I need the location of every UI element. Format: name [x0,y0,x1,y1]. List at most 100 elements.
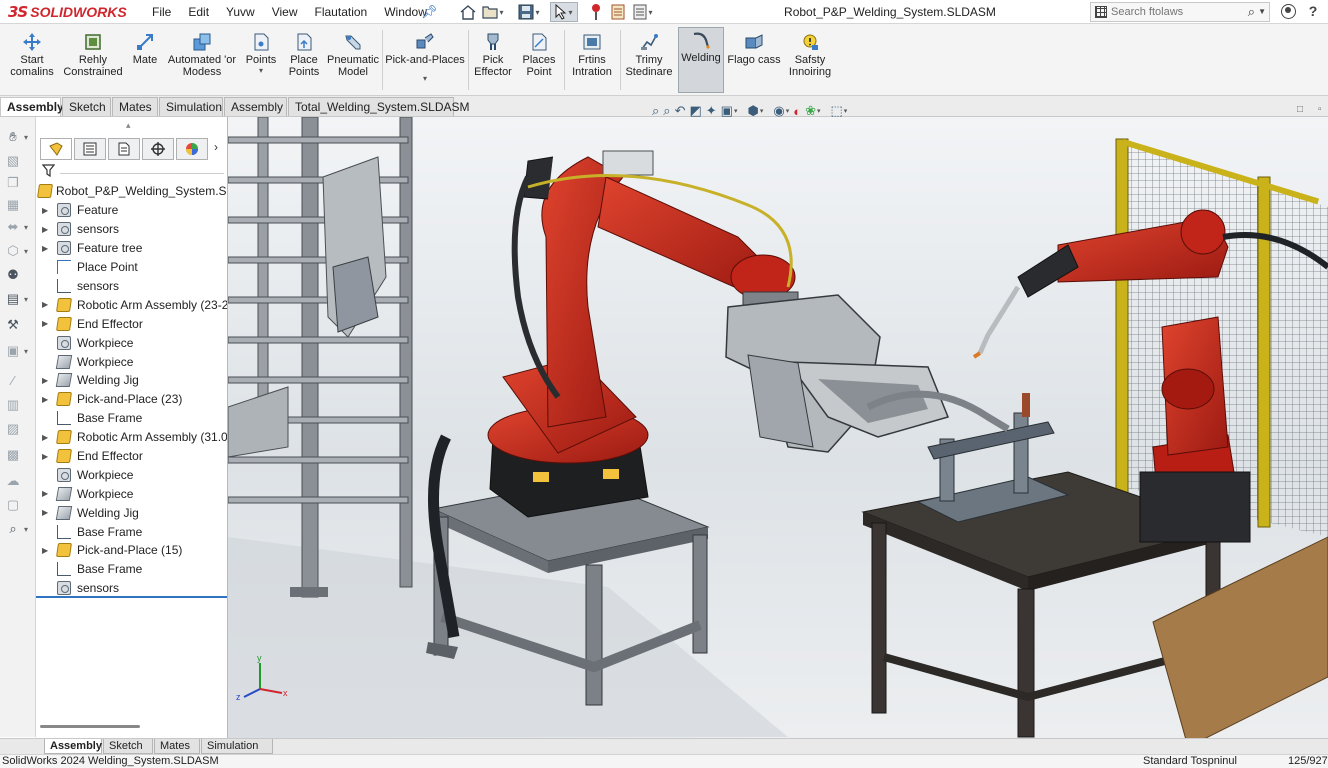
display-style-icon[interactable]: ⬢ [747,103,763,119]
more-tabs-chevron-icon[interactable]: › [214,140,218,154]
clearance-icon[interactable]: ▨ [5,421,21,437]
help-icon[interactable]: ? [1305,3,1321,21]
hand-pan-icon[interactable]: ✋︎ [5,129,28,146]
tree-item[interactable]: sensors [36,277,227,296]
copy-icon[interactable]: ❐ [5,175,21,191]
options-icon[interactable] [630,2,656,22]
pneumatic-model-button[interactable]: Pneumatic Model [326,30,380,92]
pin-icon[interactable]: 📌︎ [421,4,438,20]
zoom-to-area-icon[interactable]: ⌕ [663,103,670,119]
smart-fastener-icon[interactable]: ⬡ [5,243,28,260]
feature-tree-tab-icon[interactable] [40,138,72,160]
tab-simulation[interactable]: Simulation [159,97,223,116]
open-folder-icon[interactable] [480,2,506,22]
user-account-icon[interactable] [1281,4,1296,19]
tree-item[interactable]: ▶ Workpiece [36,484,227,503]
tree-root-assembly[interactable]: Robot_P&P_Welding_System.SLDASM [37,182,227,200]
expand-arrow-icon[interactable]: ▶ [42,433,48,442]
dynamic-annotation-icon[interactable]: ✦ [706,103,717,119]
start-comalins-button[interactable]: Start comalins [6,30,58,92]
linear-pattern-icon[interactable]: ⬌ [5,219,28,236]
flago-cass-button[interactable]: Flago cass [727,30,781,92]
tree-item[interactable]: ▶ End Effector [36,314,227,333]
tree-item[interactable]: ▶ Robotic Arm Assembly (23-20 [36,295,227,314]
pattern-icon[interactable]: ▦ [5,197,21,213]
search-commands-icon[interactable] [1095,6,1107,18]
home-icon[interactable] [458,2,478,22]
edit-appearance-icon[interactable]: ◐ [793,103,801,119]
bottom-tab-sketch[interactable]: Sketch [103,739,153,754]
mate-button[interactable]: Mate [128,30,162,92]
expand-arrow-icon[interactable]: ▶ [42,319,48,328]
viewport-restore-icon[interactable]: □ [1297,104,1303,115]
configuration-manager-tab-icon[interactable] [108,138,140,160]
bom-icon[interactable]: ▢ [5,497,21,513]
tab-total-welding-system[interactable]: Total_Welding_System.SLDASM [288,97,470,116]
places-point-button[interactable]: Places Point [518,30,560,92]
menu-edit[interactable]: Edit [188,5,209,19]
filter-icon[interactable] [41,164,56,180]
save-icon[interactable] [514,2,544,22]
menu-file[interactable]: File [152,5,171,19]
zoom-to-fit-icon[interactable]: ⌕ [652,103,659,119]
expand-arrow-icon[interactable]: ▶ [42,395,48,404]
move-component-tool-icon[interactable]: ⚉ [5,267,21,283]
measure-icon[interactable]: ∕ [5,373,21,389]
tab-mates[interactable]: Mates [112,97,158,116]
tree-item[interactable]: ▶ Robotic Arm Assembly (31.0 [36,428,227,447]
expand-arrow-icon[interactable]: ▶ [42,225,48,234]
menu-flautation[interactable]: Flautation [315,5,368,19]
expand-arrow-icon[interactable]: ▶ [42,376,48,385]
filter-input-line[interactable] [60,173,224,174]
tree-item[interactable]: ▶ sensors [36,220,227,239]
tree-item[interactable]: ▶ Pick-and-Place (15) [36,541,227,560]
display-manager-tab-icon[interactable] [176,138,208,160]
tree-item[interactable]: sensors [36,579,227,598]
search-input[interactable] [1111,4,1241,20]
place-points-button[interactable]: Place Points [284,30,324,92]
tree-item[interactable]: ▶ End Effector [36,447,227,466]
assembly-3d-scene[interactable]: y x z [228,117,1328,738]
horizontal-scrollbar[interactable] [40,725,140,728]
expand-arrow-icon[interactable]: ▶ [42,508,48,517]
tree-item[interactable]: Workpiece [36,352,227,371]
panel-grip-icon[interactable]: ▴ [126,120,131,131]
explode-view-icon[interactable]: ▤ [5,291,28,308]
tree-item[interactable]: Place Point [36,258,227,277]
insert-component-icon[interactable]: ▧ [5,153,21,169]
view-settings-icon[interactable]: ⬚ [831,103,848,119]
tree-item[interactable]: ▶ Pick-and-Place (23) [36,390,227,409]
bottom-tab-simulation[interactable]: Simulation [201,739,273,754]
expand-arrow-icon[interactable]: ▶ [42,489,48,498]
solidworks-logo[interactable]: 3S SOLIDWORKS [8,2,127,22]
expand-arrow-icon[interactable]: ▶ [42,300,48,309]
pick-and-places-button[interactable]: Pick-and-Places ▾ [385,30,465,92]
automated-modess-button[interactable]: Automated 'or Modess [166,30,238,92]
bottom-tab-assembly[interactable]: Assembly [44,739,102,754]
search-tool-icon[interactable]: ⌕ [5,521,28,538]
tab-assembly-2[interactable]: Assembly [224,97,287,116]
menu-view[interactable]: View [272,5,298,19]
graphics-viewport[interactable]: y x z [228,117,1328,738]
previous-view-icon[interactable]: ↶ [675,103,686,119]
expand-arrow-icon[interactable]: ▶ [42,244,48,253]
expand-arrow-icon[interactable]: ▶ [42,452,48,461]
search-box[interactable]: ⌕ ▼ [1090,2,1270,22]
tree-item[interactable]: ▶ Feature tree [36,239,227,258]
file-properties-icon[interactable] [608,2,628,22]
interference-icon[interactable]: ▥ [5,397,21,413]
section-view-icon[interactable]: ◩ [689,103,701,119]
tab-sketch[interactable]: Sketch [62,97,111,116]
pick-effector-button[interactable]: Pick Effector [472,30,514,92]
frtins-intration-button[interactable]: Frtins Intration [568,30,616,92]
section-icon[interactable]: ▩ [5,447,21,463]
pick-and-places-dropdown-icon[interactable]: ▾ [423,74,427,83]
trimy-stedinare-button[interactable]: Trimy Stedinare [624,30,674,92]
points-dropdown-icon[interactable]: ▾ [259,66,263,75]
view-orientation-icon[interactable]: ▣ [721,103,738,119]
cloud-icon[interactable]: ☁ [5,473,21,489]
property-manager-tab-icon[interactable] [74,138,106,160]
viewport-close-icon[interactable]: ▫ [1318,104,1322,115]
bottom-tab-mates[interactable]: Mates [154,739,200,754]
apply-scene-icon[interactable]: ❀ [805,103,820,119]
